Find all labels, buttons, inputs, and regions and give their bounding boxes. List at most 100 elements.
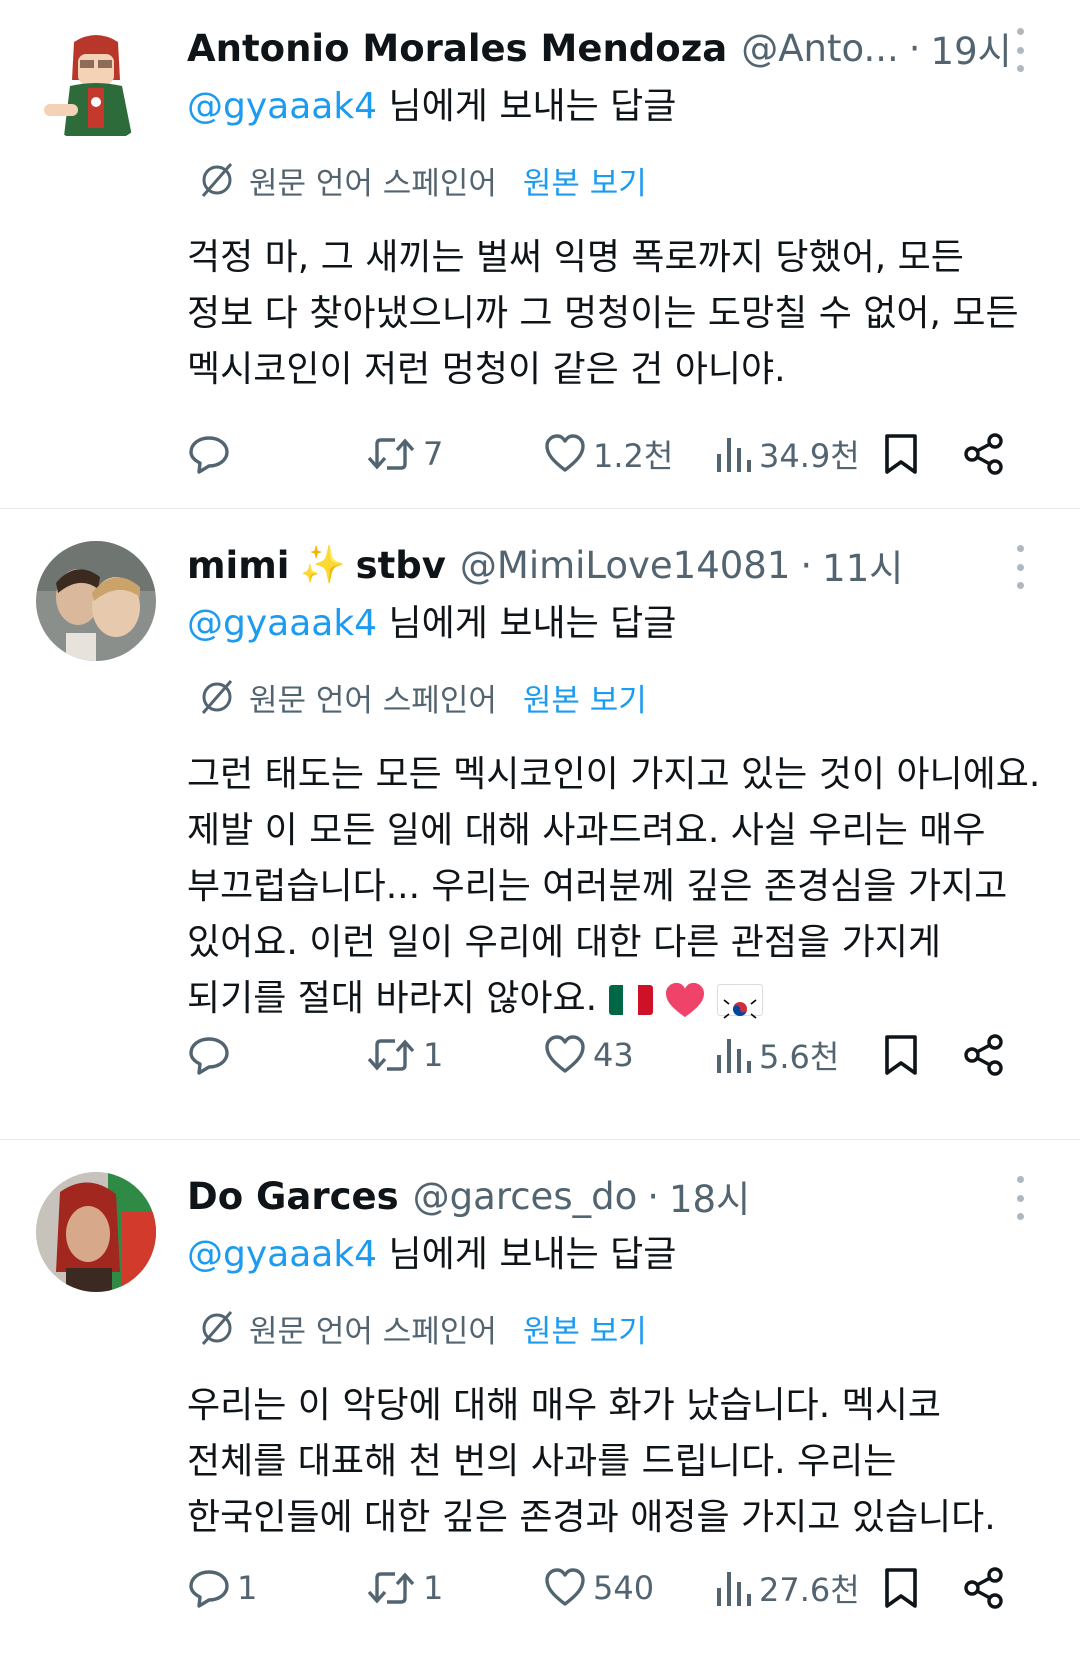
like-count: 43: [593, 1036, 634, 1074]
author-name[interactable]: Do Garces: [187, 1175, 399, 1218]
mexico-flag-icon: [608, 985, 653, 1015]
tweet-text-line: 부끄럽습니다... 우리는 여러분께 깊은 존경심을 가지고: [187, 866, 1008, 907]
like-button[interactable]: 43: [543, 1033, 713, 1077]
tweet-text: 우리는 이 악당에 대해 매우 화가 났습니다. 멕시코 전체를 대표해 천 번…: [187, 1378, 1040, 1546]
source-language: 원문 언어 스페인어: [249, 682, 497, 719]
tweet-text-line: 멕시코인이 저런 멍청이 같은 건 아니야.: [187, 349, 786, 390]
mention-link[interactable]: @gyaaak4: [187, 1234, 377, 1275]
sparkles-icon: ✨: [299, 543, 346, 586]
source-language: 원문 언어 스페인어: [249, 1313, 497, 1350]
views-button[interactable]: 5.6천: [713, 1032, 883, 1078]
reply-context: @gyaaak4 님에게 보내는 답글: [187, 1226, 1040, 1284]
red-heart-icon: [666, 982, 704, 1018]
tweet-text-line: 우리는 이 악당에 대해 매우 화가 났습니다. 멕시코: [187, 1385, 941, 1426]
source-language: 원문 언어 스페인어: [249, 165, 497, 202]
retweet-button[interactable]: 1: [365, 1033, 543, 1077]
reply-context-label: 님에게 보내는 답글: [377, 603, 677, 644]
retweet-icon: [367, 438, 415, 470]
author-handle[interactable]: @Anto...: [741, 27, 899, 70]
tweet-text-line: 제발 이 모든 일에 대해 사과드려요. 사실 우리는 매우: [187, 810, 986, 851]
like-button[interactable]: 540: [543, 1566, 713, 1610]
author-name-suffix[interactable]: stbv: [356, 544, 446, 587]
bookmark-icon: [885, 434, 917, 474]
tweet-text-line: 정보 다 찾아냈으니까 그 멍청이는 도망칠 수 없어, 모든: [187, 293, 1019, 334]
tweet-text: 걱정 마, 그 새끼는 벌써 익명 폭로까지 당했어, 모든 정보 다 찾아냈으…: [187, 230, 1040, 398]
view-original-link[interactable]: 원본 보기: [523, 158, 647, 203]
view-count: 5.6천: [759, 1038, 840, 1076]
like-count: 1.2천: [593, 437, 674, 475]
views-icon: [717, 1039, 751, 1073]
tweet-text-line: 있어요. 이런 일이 우리에 대한 다른 관점을 가지게: [187, 922, 941, 963]
reply-button[interactable]: 1: [187, 1566, 365, 1610]
translate-icon: [201, 1311, 233, 1345]
retweet-button[interactable]: 7: [365, 432, 543, 476]
retweet-count: 1: [423, 1036, 444, 1074]
heart-icon: [545, 1568, 585, 1606]
reply-icon: [189, 436, 229, 474]
reply-context: @gyaaak4 님에게 보내는 답글: [187, 78, 1040, 136]
avatar[interactable]: [36, 24, 156, 144]
reply-icon: [189, 1037, 229, 1075]
like-button[interactable]: 1.2천: [543, 431, 713, 477]
avatar[interactable]: [36, 541, 156, 661]
retweet-icon: [367, 1039, 415, 1071]
tweet-text-line: 그런 태도는 모든 멕시코인이 가지고 있는 것이 아니에요.: [187, 754, 1041, 795]
bookmark-button[interactable]: [883, 1566, 963, 1610]
bookmark-icon: [885, 1035, 917, 1075]
views-button[interactable]: 34.9천: [713, 431, 883, 477]
share-button[interactable]: [963, 432, 1005, 476]
share-icon: [964, 1567, 1003, 1609]
separator-dot: ·: [908, 26, 921, 70]
author-handle[interactable]: @garces_do: [413, 1175, 638, 1218]
tweet-text-line: 되기를 절대 바라지 않아요.: [187, 978, 598, 1019]
reply-button[interactable]: [187, 432, 365, 476]
author-name[interactable]: mimi: [187, 544, 289, 587]
retweet-icon: [367, 1572, 415, 1604]
mention-link[interactable]: @gyaaak4: [187, 603, 377, 644]
bookmark-button[interactable]: [883, 432, 963, 476]
more-options-icon[interactable]: [1000, 545, 1040, 589]
view-original-link[interactable]: 원본 보기: [523, 675, 647, 720]
tweet-2[interactable]: mimi ✨ stbv @MimiLove14081 · 11시 @gyaaak…: [0, 509, 1080, 1140]
retweet-count: 1: [423, 1569, 444, 1607]
timestamp[interactable]: 11시: [822, 538, 903, 592]
translate-icon: [201, 163, 233, 197]
timestamp[interactable]: 18시: [669, 1169, 750, 1223]
author-name[interactable]: Antonio Morales Mendoza: [187, 27, 727, 70]
heart-icon: [545, 434, 585, 472]
tweet-text: 그런 태도는 모든 멕시코인이 가지고 있는 것이 아니에요. 제발 이 모든 …: [187, 747, 1040, 1027]
tweet-1[interactable]: Antonio Morales Mendoza @Anto... · 19시 @…: [0, 0, 1080, 509]
view-count: 27.6천: [759, 1571, 860, 1609]
reply-context-label: 님에게 보내는 답글: [377, 86, 677, 127]
view-count: 34.9천: [759, 437, 860, 475]
views-button[interactable]: 27.6천: [713, 1565, 883, 1611]
bookmark-icon: [885, 1568, 917, 1608]
reply-icon: [189, 1570, 229, 1608]
action-bar: 7 1.2천 34.9천: [187, 424, 1028, 484]
separator-dot: ·: [800, 543, 813, 587]
like-count: 540: [593, 1569, 655, 1607]
tweet-3[interactable]: Do Garces @garces_do · 18시 @gyaaak4 님에게 …: [0, 1140, 1080, 1654]
share-button[interactable]: [963, 1566, 1005, 1610]
share-icon: [964, 1034, 1003, 1076]
reply-context: @gyaaak4 님에게 보내는 답글: [187, 595, 1040, 653]
tweet-text-line: 걱정 마, 그 새끼는 벌써 익명 폭로까지 당했어, 모든: [187, 237, 964, 278]
author-handle[interactable]: @MimiLove14081: [460, 544, 791, 587]
bookmark-button[interactable]: [883, 1033, 963, 1077]
reply-button[interactable]: [187, 1033, 365, 1077]
korea-flag-icon: [717, 984, 764, 1019]
tweet-text-line-last: 되기를 절대 바라지 않아요.: [187, 971, 1040, 1027]
more-options-icon[interactable]: [1000, 28, 1040, 72]
share-button[interactable]: [963, 1033, 1005, 1077]
mention-link[interactable]: @gyaaak4: [187, 86, 377, 127]
avatar[interactable]: [36, 1172, 156, 1292]
translation-bar: 원문 언어 스페인어 원본 보기: [199, 154, 1040, 206]
more-options-icon[interactable]: [1000, 1176, 1040, 1220]
action-bar: 1 1 540 27.6천: [187, 1558, 1028, 1618]
retweet-count: 7: [423, 435, 444, 473]
translation-bar: 원문 언어 스페인어 원본 보기: [199, 1302, 1040, 1354]
retweet-button[interactable]: 1: [365, 1566, 543, 1610]
tweet-text-line: 한국인들에 대한 깊은 존경과 애정을 가지고 있습니다.: [187, 1497, 996, 1538]
view-original-link[interactable]: 원본 보기: [523, 1306, 647, 1351]
views-icon: [717, 1572, 751, 1606]
